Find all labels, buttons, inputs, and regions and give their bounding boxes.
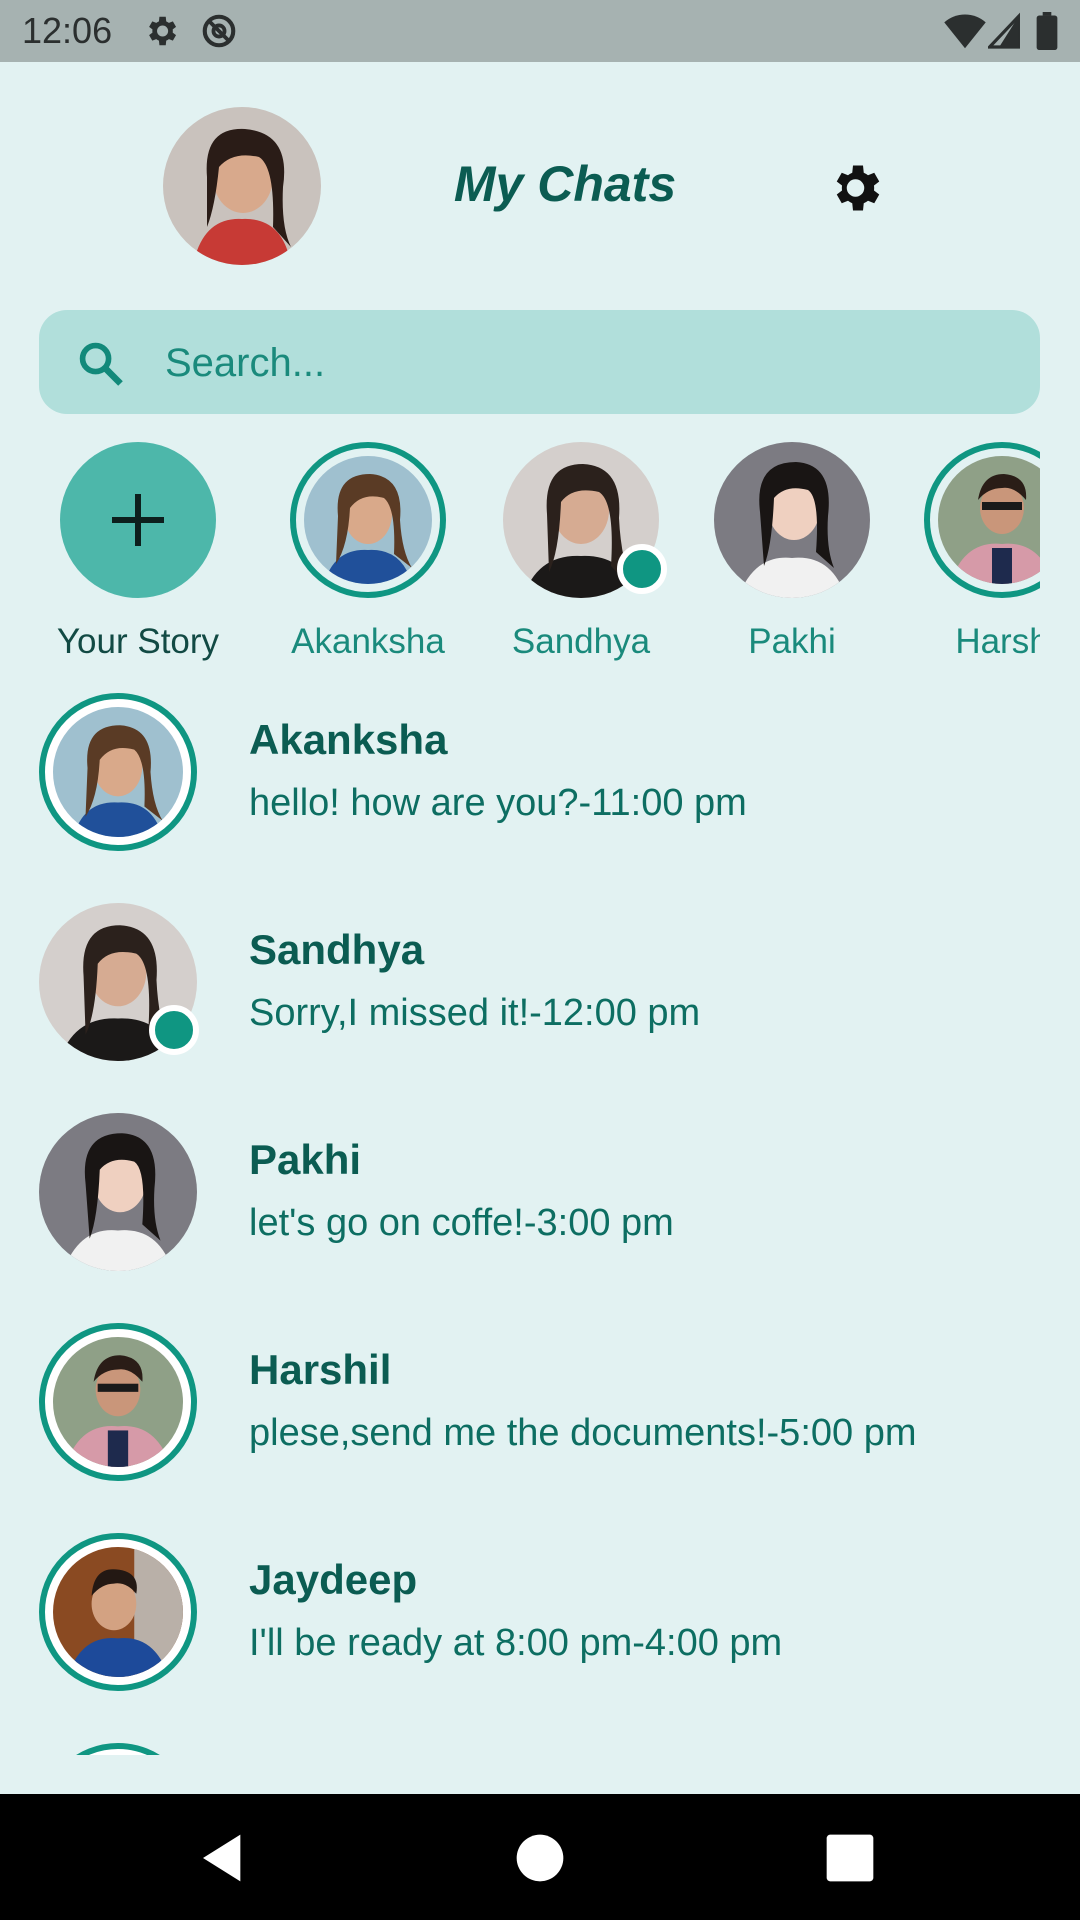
chat-last-message: plese,send me the documents!-5:00 pm (249, 1412, 917, 1454)
home-icon[interactable] (512, 1830, 568, 1886)
chat-item-jaydeep[interactable]: Jaydeep I'll be ready at 8:00 pm-4:00 pm (0, 1530, 1080, 1730)
story-harsh[interactable]: Harsh (902, 440, 1040, 680)
signal-icon (988, 12, 1020, 50)
chat-avatar[interactable] (39, 1113, 197, 1271)
back-icon[interactable] (196, 1830, 252, 1886)
chat-name: Sandhya (249, 926, 425, 973)
chat-list: Akanksha hello! how are you?-11:00 pm Sa… (0, 690, 1080, 1755)
status-bar: 12:06 (0, 0, 1080, 62)
profile-avatar[interactable] (163, 107, 321, 265)
search-input[interactable] (163, 330, 1007, 396)
story-avatar[interactable] (924, 442, 1040, 598)
status-time: 12:06 (22, 10, 113, 51)
at-sign-status-icon (200, 12, 238, 50)
chat-item-sandhya[interactable]: Sandhya Sorry,I missed it!-12:00 pm (0, 900, 1080, 1100)
chat-name: Akanksha (249, 716, 448, 763)
chat-avatar[interactable] (39, 1323, 197, 1481)
story-pakhi[interactable]: Pakhi (692, 440, 892, 680)
story-label: Your Story (56, 622, 220, 661)
story-label: Akanksha (291, 622, 445, 661)
story-avatar[interactable] (290, 442, 446, 598)
story-label: Sandhya (511, 622, 651, 661)
online-indicator (617, 544, 667, 594)
chat-avatar[interactable] (39, 1743, 197, 1755)
chat-item-harshil[interactable]: Harshil plese,send me the documents!-5:0… (0, 1320, 1080, 1520)
page-title: My Chats (453, 156, 677, 212)
search-icon (75, 338, 127, 390)
chat-avatar[interactable] (39, 693, 197, 851)
plus-icon (60, 442, 216, 598)
settings-button[interactable] (828, 158, 888, 218)
chat-avatar[interactable] (39, 1533, 197, 1691)
recents-icon[interactable] (822, 1830, 878, 1886)
chat-item-akanksha[interactable]: Akanksha hello! how are you?-11:00 pm (0, 690, 1080, 890)
system-nav-bar (0, 1794, 1080, 1920)
story-label: Harsh (955, 622, 1040, 661)
wifi-icon (944, 12, 986, 50)
chat-last-message: I'll be ready at 8:00 pm-4:00 pm (249, 1622, 783, 1664)
chat-item-partial[interactable] (0, 1740, 1080, 1755)
add-story-button[interactable] (60, 442, 216, 598)
story-akanksha[interactable]: Akanksha (268, 440, 468, 680)
stories-row: Your Story Akanksha Sandhya Pakhi Harsh (0, 440, 1040, 680)
story-sandhya[interactable]: Sandhya (481, 440, 681, 680)
story-avatar[interactable] (714, 442, 870, 598)
chat-item-pakhi[interactable]: Pakhi let's go on coffe!-3:00 pm (0, 1110, 1080, 1310)
gear-icon (828, 158, 888, 218)
chat-last-message: hello! how are you?-11:00 pm (249, 782, 747, 824)
chat-last-message: let's go on coffe!-3:00 pm (249, 1202, 674, 1244)
battery-icon (1036, 12, 1058, 50)
search-bar[interactable] (39, 310, 1040, 414)
chat-name: Jaydeep (249, 1556, 418, 1603)
chat-name: Pakhi (249, 1136, 362, 1183)
chat-name: Harshil (249, 1346, 392, 1393)
chat-last-message: Sorry,I missed it!-12:00 pm (249, 992, 701, 1034)
story-your-story[interactable]: Your Story (38, 440, 238, 680)
story-label: Pakhi (748, 622, 836, 661)
online-indicator (149, 1005, 199, 1055)
settings-status-icon (142, 12, 180, 50)
